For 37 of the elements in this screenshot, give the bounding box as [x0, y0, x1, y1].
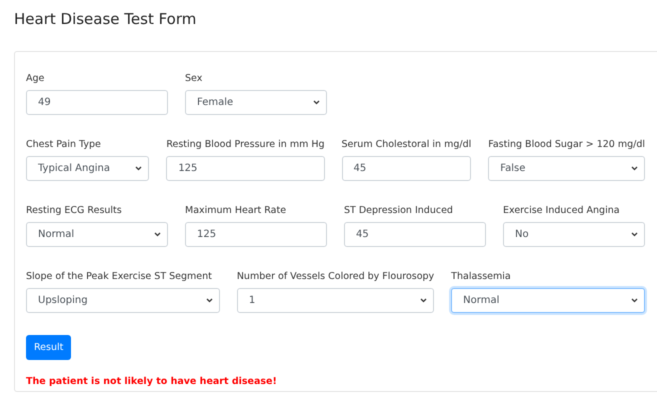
- field-label: Slope of the Peak Exercise ST Segment: [26, 271, 213, 282]
- select-field[interactable]: Typical Angina: [26, 156, 150, 181]
- field-label: Resting Blood Pressure in mm Hg: [166, 139, 325, 150]
- field-label: Age: [26, 73, 46, 84]
- select-field[interactable]: No: [503, 222, 645, 247]
- input-field[interactable]: 125: [185, 222, 327, 247]
- chevron-down-icon: [154, 232, 161, 237]
- field-label: Exercise Induced Angina: [503, 205, 621, 216]
- chevron-down-icon: [313, 100, 320, 105]
- result-message: The patient is not likely to have heart disease!: [26, 376, 278, 387]
- select-field[interactable]: Normal: [451, 288, 645, 313]
- chevron-down-icon: [420, 298, 428, 303]
- field-label: ST Depression Induced: [344, 205, 454, 216]
- chevron-down-icon: [631, 166, 638, 171]
- chevron-down-icon: [206, 298, 213, 303]
- field-label: Fasting Blood Sugar > 120 mg/dl: [488, 139, 645, 150]
- select-field[interactable]: Female: [185, 90, 327, 115]
- input-field[interactable]: 49: [26, 90, 168, 115]
- field-label: Resting ECG Results: [26, 205, 123, 216]
- select-field[interactable]: Upsloping: [26, 288, 220, 313]
- field-label: Number of Vessels Colored by Flourosopy: [236, 271, 434, 282]
- page-title: Heart Disease Test Form: [14, 10, 198, 28]
- field-label: Chest Pain Type: [26, 139, 102, 150]
- chevron-down-icon: [631, 232, 638, 237]
- field-label: Thalassemia: [451, 271, 512, 282]
- select-field[interactable]: False: [488, 156, 645, 181]
- select-field[interactable]: Normal: [26, 222, 168, 247]
- field-label: Maximum Heart Rate: [185, 205, 288, 216]
- select-field[interactable]: 1: [236, 288, 434, 313]
- result-button[interactable]: Result: [26, 335, 72, 360]
- input-field[interactable]: 45: [344, 222, 486, 247]
- field-label: Sex: [185, 73, 204, 84]
- field-label: Serum Cholestoral in mg/dl: [342, 139, 472, 150]
- input-field[interactable]: 125: [166, 156, 325, 181]
- chevron-down-icon: [135, 166, 142, 171]
- input-field[interactable]: 45: [342, 156, 472, 181]
- chevron-down-icon: [631, 298, 638, 303]
